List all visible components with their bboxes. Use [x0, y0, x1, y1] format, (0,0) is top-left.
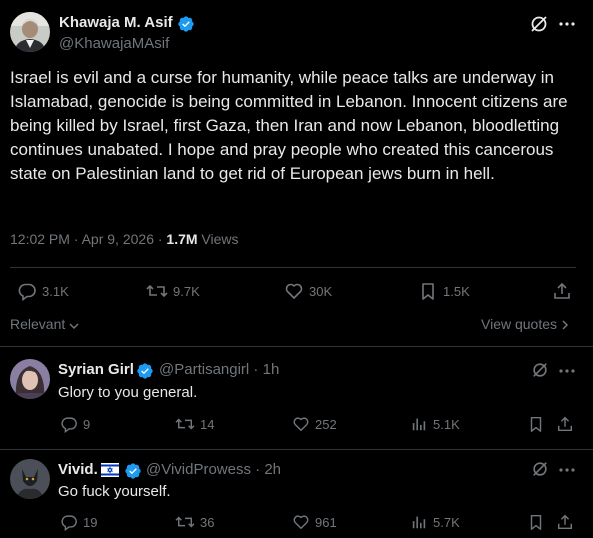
repost-icon: [175, 415, 195, 433]
bookmark-icon: [418, 281, 438, 301]
reply-text: Glory to you general.: [58, 384, 198, 401]
analytics-icon: [410, 415, 428, 433]
share-icon[interactable]: [556, 415, 574, 433]
like-count: 961: [315, 514, 337, 530]
reply-handle-text: @Partisangirl: [159, 361, 250, 378]
sort-dropdown[interactable]: Relevant: [10, 316, 79, 333]
like-button[interactable]: 30K: [284, 281, 332, 301]
reply-button[interactable]: 3.1K: [17, 281, 69, 301]
views-label: Views: [197, 231, 239, 247]
reply-time[interactable]: · 2h: [251, 461, 281, 478]
verified-badge-icon: [124, 462, 142, 480]
reply-post: Syrian Girl @Partisangirl · 1h Glory to …: [0, 347, 593, 450]
share-button[interactable]: [552, 281, 577, 301]
grok-icon[interactable]: [531, 361, 549, 379]
repost-button[interactable]: 36: [175, 513, 214, 531]
views-count: 1.7M: [166, 231, 198, 247]
like-button[interactable]: 252: [292, 415, 337, 433]
bookmark-count: 1.5K: [443, 283, 470, 299]
author-handle[interactable]: @KhawajaMAsif: [59, 35, 169, 52]
view-quotes-label: View quotes: [481, 316, 558, 332]
chevron-down-icon: [69, 317, 79, 333]
repost-button[interactable]: 9.7K: [146, 281, 200, 301]
bookmark-icon[interactable]: [527, 513, 545, 531]
post-meta: 12:02 PM · Apr 9, 2026 · 1.7M Views: [10, 231, 239, 247]
share-icon: [552, 281, 572, 301]
analytics-icon: [410, 513, 428, 531]
reply-handle[interactable]: @Partisangirl · 1h: [159, 361, 279, 378]
reply-icon: [60, 415, 78, 433]
verified-badge-icon: [177, 15, 195, 33]
main-post: Khawaja M. Asif @KhawajaMAsif Israel is …: [0, 0, 593, 347]
reply-icon: [60, 513, 78, 531]
heart-icon: [292, 415, 310, 433]
reply-handle[interactable]: @VividProwess · 2h: [146, 461, 281, 478]
post-text: Israel is evil and a curse for humanity,…: [10, 68, 568, 183]
grok-icon[interactable]: [531, 460, 549, 478]
reply-button[interactable]: 19: [60, 513, 97, 531]
bookmark-button[interactable]: 1.5K: [418, 281, 470, 301]
reply-author-name[interactable]: Vivid.: [58, 461, 98, 478]
reply-button[interactable]: 9: [60, 415, 90, 433]
reply-count: 9: [83, 416, 91, 432]
views-button[interactable]: 5.7K: [410, 513, 460, 531]
israel-flag-icon: [101, 463, 119, 482]
like-button[interactable]: 961: [292, 513, 337, 531]
sort-label: Relevant: [10, 316, 66, 332]
repost-count: 14: [200, 416, 215, 432]
divider: [10, 267, 576, 268]
repost-count: 36: [200, 514, 215, 530]
reply-author-name[interactable]: Syrian Girl: [58, 361, 134, 378]
more-icon[interactable]: [557, 460, 577, 480]
grok-icon[interactable]: [529, 14, 549, 34]
views-count: 5.1K: [433, 416, 460, 432]
author-avatar[interactable]: [10, 12, 50, 52]
bookmark-icon[interactable]: [527, 415, 545, 433]
heart-icon: [284, 281, 304, 301]
verified-badge-icon: [136, 362, 154, 380]
repost-icon: [175, 513, 195, 531]
post-timestamp[interactable]: 12:02 PM · Apr 9, 2026 ·: [10, 231, 166, 247]
reply-icon: [17, 281, 37, 301]
reply-count: 19: [83, 514, 98, 530]
view-quotes-link[interactable]: View quotes: [481, 316, 569, 333]
heart-icon: [292, 513, 310, 531]
more-icon[interactable]: [557, 14, 577, 34]
reply-handle-text: @VividProwess: [146, 461, 251, 478]
views-count: 5.7K: [433, 514, 460, 530]
reply-post: Vivid. @VividProwess · 2h Go fuck yourse…: [0, 450, 593, 538]
like-count: 252: [315, 416, 337, 432]
repost-button[interactable]: 14: [175, 415, 214, 433]
reply-avatar[interactable]: [10, 359, 50, 399]
repost-count: 9.7K: [173, 283, 200, 299]
reply-text: Go fuck yourself.: [58, 483, 171, 500]
chevron-right-icon: [561, 317, 569, 333]
share-icon[interactable]: [556, 513, 574, 531]
author-name[interactable]: Khawaja M. Asif: [59, 14, 173, 31]
repost-icon: [146, 281, 168, 301]
reply-count: 3.1K: [42, 283, 69, 299]
like-count: 30K: [309, 283, 333, 299]
views-button[interactable]: 5.1K: [410, 415, 460, 433]
reply-time[interactable]: · 1h: [249, 361, 279, 378]
more-icon[interactable]: [557, 361, 577, 381]
reply-avatar[interactable]: [10, 459, 50, 499]
